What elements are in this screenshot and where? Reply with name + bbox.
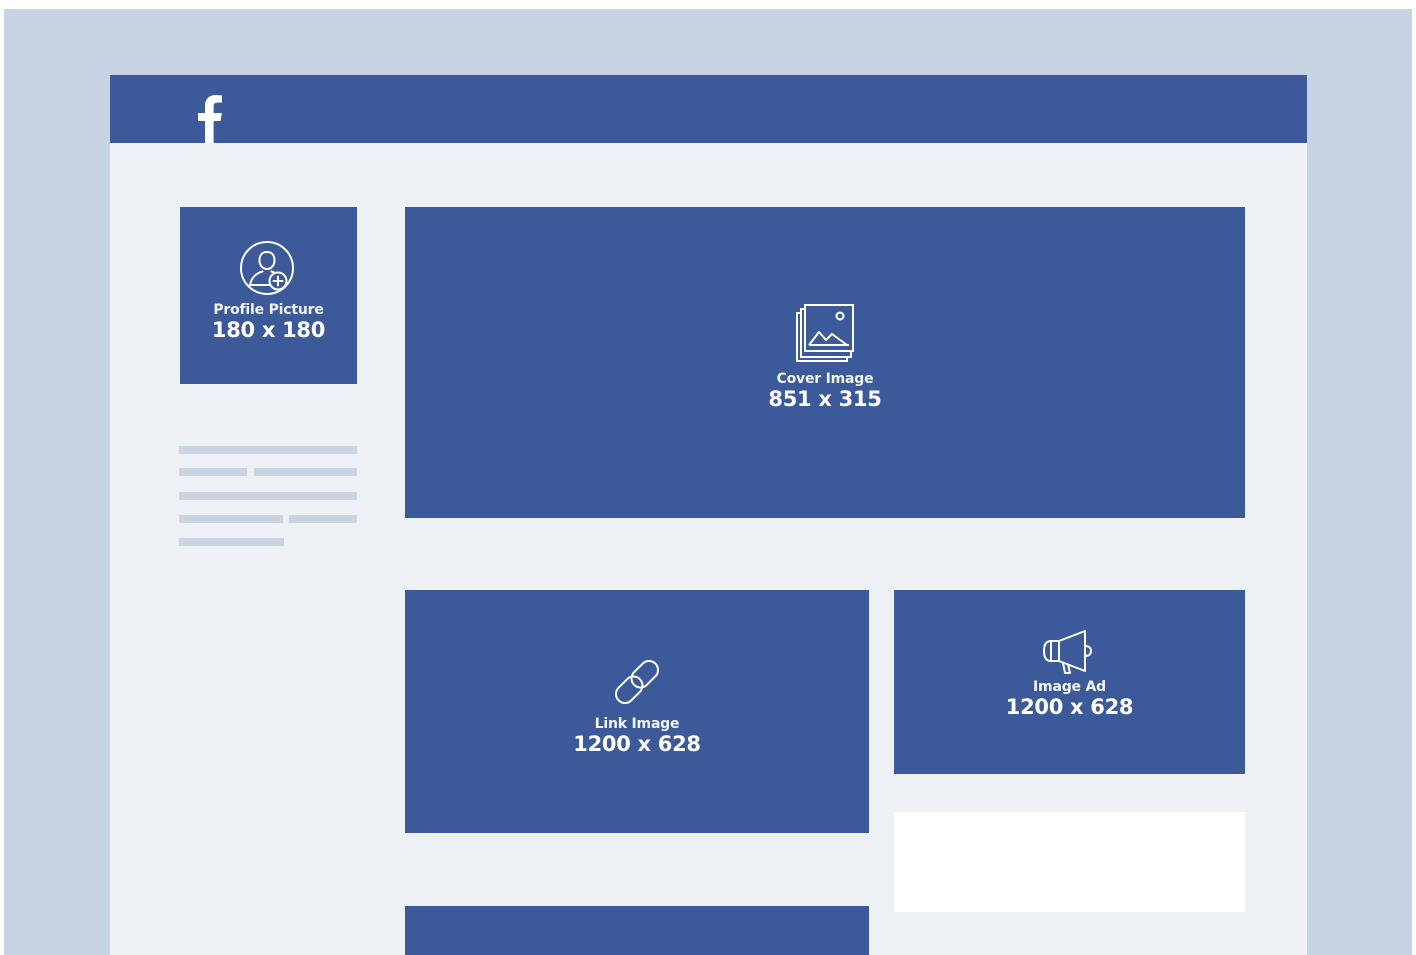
post-image-placeholder[interactable] <box>405 906 869 955</box>
cover-image-placeholder[interactable]: Cover Image 851 x 315 <box>405 207 1245 518</box>
sidebar-white-card <box>894 812 1245 912</box>
link-image-placeholder[interactable]: Link Image 1200 x 628 <box>405 590 869 833</box>
bio-placeholder-line <box>179 468 247 476</box>
image-ad-size: 1200 x 628 <box>1005 695 1134 719</box>
bio-placeholder-line <box>254 468 357 476</box>
profile-picture-size: 180 x 180 <box>211 318 326 342</box>
page-background: Profile Picture 180 x 180 Cover Image 85… <box>4 9 1412 955</box>
cover-image-size: 851 x 315 <box>768 387 882 411</box>
link-image-size: 1200 x 628 <box>573 732 701 756</box>
bio-placeholder-line <box>179 538 284 546</box>
link-icon <box>405 650 869 714</box>
bio-placeholder-line <box>179 446 357 454</box>
facebook-page-mockup: Profile Picture 180 x 180 Cover Image 85… <box>110 75 1307 955</box>
image-stack-icon <box>405 303 1245 363</box>
image-ad-placeholder[interactable]: Image Ad 1200 x 628 <box>894 590 1245 774</box>
add-user-icon <box>180 241 357 297</box>
cover-image-content: Cover Image 851 x 315 <box>405 303 1245 412</box>
profile-picture-content: Profile Picture 180 x 180 <box>180 241 357 343</box>
profile-picture-label: Profile Picture <box>213 302 324 318</box>
cover-image-label: Cover Image <box>776 371 874 387</box>
bio-placeholder-line <box>179 515 283 523</box>
facebook-f-icon[interactable] <box>195 92 225 143</box>
top-navigation-bar <box>110 75 1307 143</box>
link-image-label: Link Image <box>594 716 680 732</box>
link-image-content: Link Image 1200 x 628 <box>405 650 869 757</box>
image-ad-content: Image Ad 1200 x 628 <box>894 627 1245 720</box>
bio-placeholder-line <box>289 515 357 523</box>
profile-picture-placeholder[interactable]: Profile Picture 180 x 180 <box>180 207 357 384</box>
image-ad-label: Image Ad <box>1033 679 1106 695</box>
megaphone-icon <box>894 627 1245 675</box>
bio-placeholder-line <box>179 492 357 500</box>
